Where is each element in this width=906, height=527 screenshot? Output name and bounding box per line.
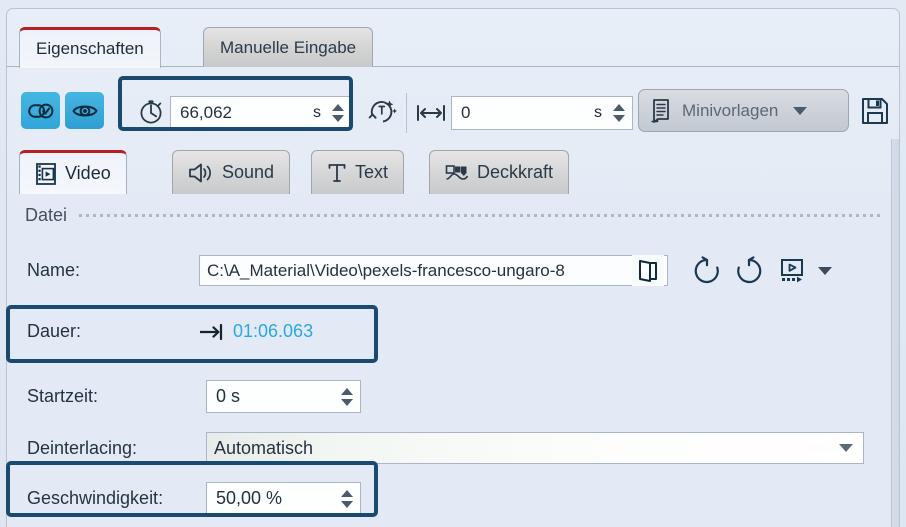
document-list-icon — [649, 98, 673, 124]
section-datei-title: Datei — [25, 205, 68, 225]
offset-stepper-down-icon[interactable] — [613, 115, 625, 122]
row-name: Name: C:\A_Material\Video\pexels-frances… — [27, 255, 887, 286]
offset-value: 0 — [461, 103, 471, 122]
duration-stepper-down-icon[interactable] — [332, 115, 344, 122]
chevron-down-icon[interactable] — [793, 106, 808, 115]
app-window: Manuelle Eingabe Eigenschaften 66,062 s … — [0, 0, 906, 527]
visibility-toggle-button[interactable] — [65, 92, 104, 129]
name-input-value: C:\A_Material\Video\pexels-francesco-ung… — [207, 260, 565, 280]
startzeit-stepper-up-icon[interactable] — [341, 387, 353, 395]
startzeit-input[interactable]: 0 s — [206, 380, 361, 413]
section-divider — [79, 214, 883, 217]
duration-value: 66,062 — [180, 103, 232, 122]
geschwindigkeit-stepper-down-icon[interactable] — [341, 500, 353, 508]
dauer-label: Dauer: — [27, 321, 82, 341]
deinterlacing-value: Automatisch — [214, 437, 314, 458]
offset-stepper[interactable] — [606, 97, 632, 129]
row-startzeit: Startzeit: 0 s — [27, 380, 361, 413]
floppy-save-icon[interactable] — [860, 96, 890, 126]
name-input[interactable]: C:\A_Material\Video\pexels-francesco-ung… — [199, 255, 668, 286]
tab-deckkraft-label: Deckkraft — [477, 162, 554, 182]
tab-text[interactable]: Text — [311, 150, 405, 194]
section-datei: Datei — [25, 205, 883, 226]
geschwindigkeit-stepper-up-icon[interactable] — [341, 489, 353, 497]
toggle-object-icon — [27, 102, 54, 120]
geschwindigkeit-value: 50,00 % — [216, 488, 283, 508]
row-geschwindigkeit: Geschwindigkeit: 50,00 % — [27, 482, 361, 515]
duration-unit: s — [313, 104, 321, 121]
startzeit-value: 0 s — [216, 386, 241, 406]
tab-sound[interactable]: Sound — [172, 150, 291, 194]
tab-deckkraft[interactable]: Deckkraft — [429, 150, 570, 194]
duration-spin-field[interactable]: 66,062 s — [170, 96, 352, 130]
open-folder-icon[interactable] — [632, 255, 664, 286]
geschwindigkeit-stepper[interactable] — [334, 483, 360, 514]
offset-spin-field[interactable]: 0 s — [451, 96, 633, 130]
startzeit-stepper-down-icon[interactable] — [341, 398, 353, 406]
opacity-curve-icon — [445, 163, 469, 183]
row-deinterlacing: Deinterlacing: Automatisch — [27, 432, 864, 464]
minivorlagen-label: Minivorlagen — [682, 100, 779, 120]
tab-eigenschaften[interactable]: Eigenschaften — [19, 27, 161, 68]
tab-manuelle-eingabe[interactable]: Manuelle Eingabe — [203, 27, 374, 67]
offset-stepper-up-icon[interactable] — [613, 104, 625, 111]
duration-stepper[interactable] — [325, 97, 351, 129]
animated-clock-icon[interactable] — [366, 95, 398, 129]
video-properties-panel: Datei Name: C:\A_Material\Video\pexels-f… — [7, 193, 899, 527]
toolbar-separator-1 — [406, 93, 407, 133]
text-t-icon — [327, 162, 347, 184]
sub-tab-strip: Deckkraft Text Sound Video — [7, 140, 899, 200]
startzeit-stepper[interactable] — [334, 381, 360, 412]
startzeit-label: Startzeit: — [27, 386, 99, 406]
jump-to-end-icon — [199, 323, 225, 341]
row-dauer: Dauer: 01:06.063 — [27, 321, 377, 342]
properties-toolbar: 66,062 s 0 s Minivorlagen — [7, 67, 899, 140]
speaker-icon — [188, 162, 214, 184]
chevron-down-icon[interactable] — [839, 444, 853, 452]
rotate-right-icon[interactable] — [734, 255, 764, 286]
visibility-eye-icon — [71, 102, 98, 120]
tab-manuelle-eingabe-label: Manuelle Eingabe — [220, 37, 357, 57]
geschwindigkeit-input[interactable]: 50,00 % — [206, 482, 361, 515]
tab-text-label: Text — [355, 162, 389, 182]
name-label: Name: — [27, 260, 81, 280]
tab-video-label: Video — [65, 163, 111, 183]
offset-unit: s — [594, 104, 602, 121]
window-frame: Manuelle Eingabe Eigenschaften 66,062 s … — [6, 8, 900, 527]
duration-stepper-up-icon[interactable] — [332, 104, 344, 111]
deinterlacing-label: Deinterlacing: — [27, 437, 138, 458]
toggle-object-button[interactable] — [21, 92, 60, 129]
rotate-left-icon[interactable] — [692, 255, 722, 286]
main-tab-strip: Manuelle Eingabe Eigenschaften — [7, 9, 899, 68]
minivorlagen-button[interactable]: Minivorlagen — [638, 89, 849, 132]
tab-sound-label: Sound — [222, 162, 275, 182]
stopwatch-icon — [137, 97, 165, 125]
video-preview-icon[interactable] — [778, 257, 806, 285]
chevron-down-icon[interactable] — [818, 266, 832, 275]
horizontal-arrows-icon — [416, 103, 446, 123]
film-icon — [35, 162, 57, 186]
deinterlacing-dropdown[interactable]: Automatisch — [206, 432, 864, 464]
vertical-scrollbar[interactable] — [891, 139, 899, 527]
dauer-value: 01:06.063 — [233, 321, 314, 341]
tab-video[interactable]: Video — [19, 150, 127, 194]
geschwindigkeit-label: Geschwindigkeit: — [27, 488, 164, 508]
tab-eigenschaften-label: Eigenschaften — [36, 39, 144, 58]
